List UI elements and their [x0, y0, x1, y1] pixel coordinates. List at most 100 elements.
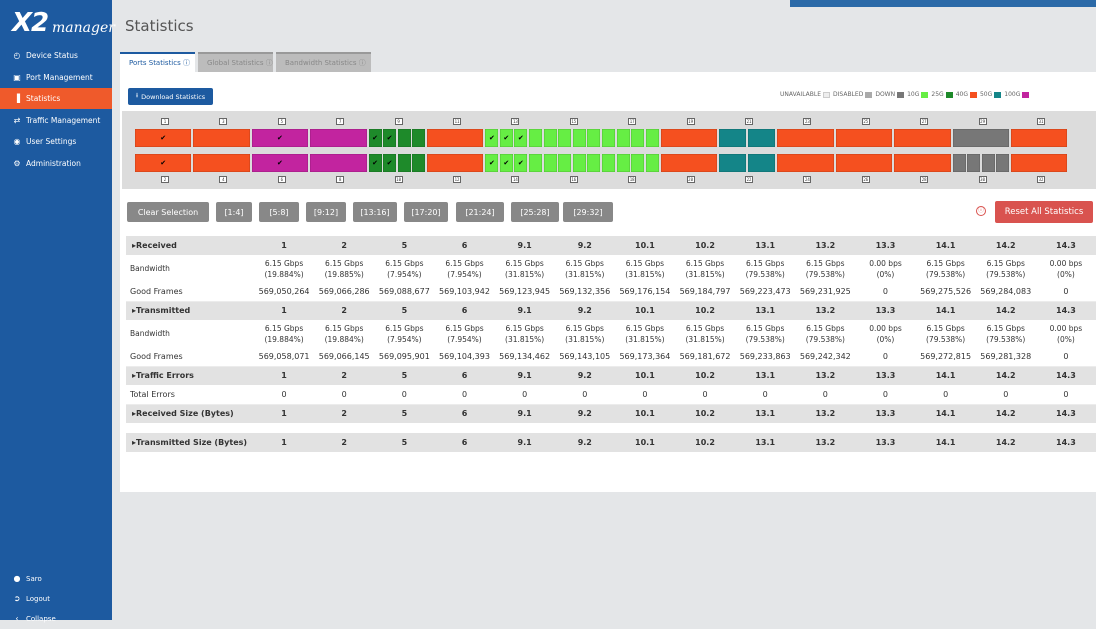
- sidebar-item-administration[interactable]: ⚙ Administration: [0, 153, 112, 174]
- table-cell: 0.00 bps (0%): [855, 255, 915, 282]
- port-lane[interactable]: ✔: [368, 154, 382, 172]
- section-header-row[interactable]: ▸Received 1 2 5 6 9.1 9.2 10.1 10.2 13.1 13.2 13.3 1…: [126, 236, 1096, 255]
- port-lane[interactable]: [1011, 154, 1068, 172]
- port-lane[interactable]: [1011, 129, 1068, 147]
- port-lane[interactable]: ✔: [251, 154, 309, 172]
- range-button[interactable]: [9:12]: [306, 202, 346, 222]
- port-lane[interactable]: [572, 129, 586, 147]
- sidebar-item-statistics[interactable]: ▐ Statistics: [0, 88, 112, 109]
- legend-swatch: [823, 91, 831, 98]
- port-lane[interactable]: [193, 154, 250, 172]
- port-lane[interactable]: [543, 129, 557, 147]
- clear-selection-button[interactable]: Clear Selection: [127, 202, 209, 222]
- port-lane[interactable]: ✔: [514, 154, 528, 172]
- port-lane[interactable]: ✔: [251, 129, 309, 147]
- tab-bandwidth-statistics[interactable]: Bandwidth Statistics ⓘ: [276, 52, 371, 72]
- port-lane[interactable]: [528, 129, 542, 147]
- port-lane[interactable]: [835, 154, 893, 172]
- port-lane[interactable]: [719, 154, 747, 172]
- port-lane[interactable]: [616, 129, 630, 147]
- port-lane[interactable]: [996, 154, 1009, 172]
- section-toggle[interactable]: ▸Transmitted Size (Bytes): [126, 433, 254, 452]
- port-lane[interactable]: [645, 129, 659, 147]
- port-lane[interactable]: ✔: [514, 129, 528, 147]
- range-button[interactable]: [29:32]: [563, 202, 613, 222]
- port-lane[interactable]: [616, 154, 630, 172]
- port-lane[interactable]: [558, 129, 572, 147]
- port-lane[interactable]: ✔: [499, 129, 513, 147]
- port-lane[interactable]: [894, 154, 951, 172]
- port-lane[interactable]: [587, 129, 601, 147]
- range-button[interactable]: [1:4]: [216, 202, 252, 222]
- range-button[interactable]: [5:8]: [259, 202, 299, 222]
- port-lane[interactable]: ✔: [485, 154, 499, 172]
- port-lane[interactable]: [835, 129, 893, 147]
- sidebar-user[interactable]: ● Saro: [0, 568, 112, 589]
- port-lane[interactable]: [558, 154, 572, 172]
- reset-all-statistics-button[interactable]: Reset All Statistics: [995, 201, 1093, 223]
- port-lane[interactable]: [587, 154, 601, 172]
- sidebar-item-device-status[interactable]: ◴ Device Status: [0, 45, 112, 66]
- port-lane[interactable]: [397, 129, 411, 147]
- range-button[interactable]: [21:24]: [456, 202, 504, 222]
- port-lane[interactable]: ✔: [485, 129, 499, 147]
- port-lane[interactable]: [660, 154, 717, 172]
- port-lane[interactable]: [952, 129, 1009, 147]
- download-statistics-button[interactable]: ⭳ Download Statistics: [128, 88, 213, 105]
- port-lane[interactable]: [572, 154, 586, 172]
- section-header-row[interactable]: ▸Transmitted 1 2 5 6 9.1 9.2 10.1 10.2 13.1 13.2 13…: [126, 301, 1096, 320]
- range-button[interactable]: [17:20]: [404, 202, 448, 222]
- logout-button[interactable]: ➲ Logout: [0, 588, 112, 609]
- sidebar-item-traffic-management[interactable]: ⇄ Traffic Management: [0, 110, 112, 131]
- section-header-row[interactable]: ▸Traffic Errors 1 2 5 6 9.1 9.2 10.1 10.2 13.1 13.…: [126, 366, 1096, 385]
- port-lane[interactable]: [645, 154, 659, 172]
- port-lane[interactable]: [952, 154, 966, 172]
- port-lane[interactable]: [397, 154, 411, 172]
- port-lane[interactable]: [777, 129, 834, 147]
- port-lane[interactable]: [602, 154, 616, 172]
- range-button[interactable]: [25:28]: [511, 202, 559, 222]
- port-lane[interactable]: ✔: [135, 129, 192, 147]
- port-lane[interactable]: ✔: [368, 129, 382, 147]
- info-icon[interactable]: ⓘ: [976, 206, 986, 216]
- section-toggle[interactable]: ▸Traffic Errors: [126, 366, 254, 385]
- sidebar-item-user-settings[interactable]: ◉ User Settings: [0, 131, 112, 152]
- port-lane[interactable]: [631, 129, 645, 147]
- section-header-row[interactable]: ▸Transmitted Size (Bytes) 1 2 5 6 9.1 9.2 10.1 1…: [126, 433, 1096, 452]
- column-header: 6: [434, 404, 495, 423]
- port-lane[interactable]: [310, 129, 367, 147]
- sidebar-item-port-management[interactable]: ▣ Port Management: [0, 67, 112, 88]
- port-lane[interactable]: [412, 129, 425, 147]
- port-lane[interactable]: [747, 129, 776, 147]
- port-lane[interactable]: [967, 154, 981, 172]
- port-lane[interactable]: [412, 154, 425, 172]
- port-lane[interactable]: [777, 154, 834, 172]
- section-toggle[interactable]: ▸Transmitted: [126, 301, 254, 320]
- range-button[interactable]: [13:16]: [353, 202, 397, 222]
- table-cell: 569,066,145: [314, 347, 375, 367]
- section-toggle[interactable]: ▸Received Size (Bytes): [126, 404, 254, 423]
- tab-ports-statistics[interactable]: Ports Statistics ⓘ: [120, 52, 195, 72]
- port-lane[interactable]: [193, 129, 250, 147]
- port-lane[interactable]: [660, 129, 717, 147]
- port-lane[interactable]: [427, 129, 484, 147]
- port-lane[interactable]: ✔: [383, 129, 397, 147]
- port-lane[interactable]: [631, 154, 645, 172]
- port-lane[interactable]: [528, 154, 542, 172]
- tab-global-statistics[interactable]: Global Statistics ⓘ: [198, 52, 273, 72]
- port-lane[interactable]: [543, 154, 557, 172]
- port-lane[interactable]: ✔: [135, 154, 192, 172]
- collapse-button[interactable]: ‹ Collapse: [0, 608, 112, 629]
- port-lane[interactable]: [719, 129, 747, 147]
- port-lane[interactable]: [981, 154, 995, 172]
- section-toggle[interactable]: ▸Received: [126, 236, 254, 255]
- port-lane[interactable]: ✔: [499, 154, 513, 172]
- section-header-row[interactable]: ▸Received Size (Bytes) 1 2 5 6 9.1 9.2 10.1 10.2…: [126, 404, 1096, 423]
- port-lane[interactable]: ✔: [383, 154, 397, 172]
- port-lane[interactable]: [747, 154, 776, 172]
- port-lane[interactable]: [894, 129, 951, 147]
- checkmark-icon: ✔: [277, 134, 283, 142]
- port-lane[interactable]: [427, 154, 484, 172]
- port-lane[interactable]: [602, 129, 616, 147]
- port-lane[interactable]: [310, 154, 367, 172]
